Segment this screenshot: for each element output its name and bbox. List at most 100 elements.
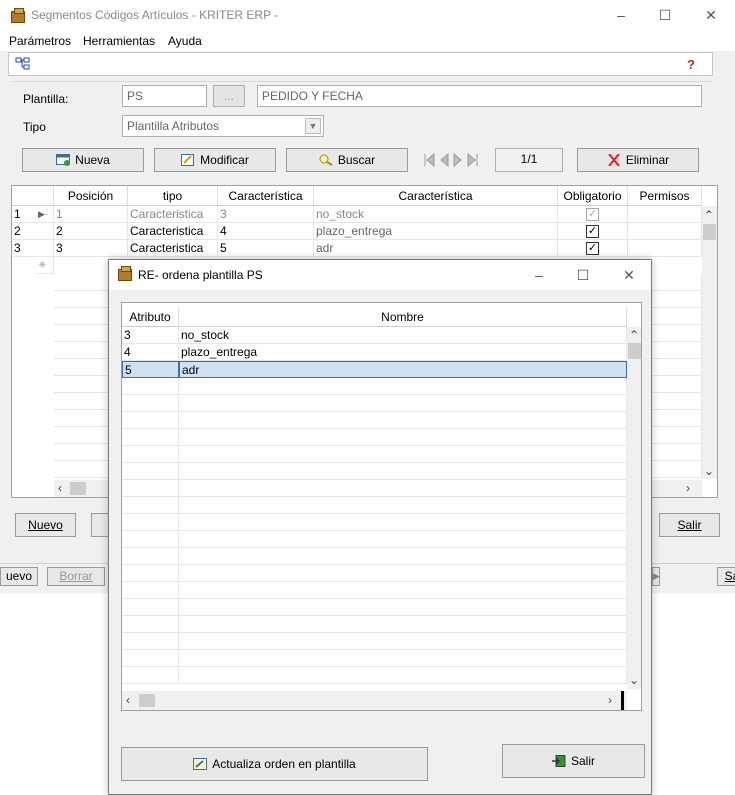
- empty-cell: [122, 446, 179, 463]
- dialog-minimize-button[interactable]: –: [528, 265, 550, 285]
- cell-nombre[interactable]: no_stock: [314, 206, 558, 223]
- cell-permisos[interactable]: [628, 240, 702, 257]
- modificar-label: Modificar: [200, 153, 249, 167]
- current-row-indicator-icon: ▶·: [36, 206, 54, 223]
- tipo-select[interactable]: Plantilla Atributos ▼: [122, 115, 324, 137]
- cell-caracteristica[interactable]: 3: [218, 206, 314, 223]
- browse-button[interactable]: ...: [213, 85, 245, 107]
- empty-cell: [179, 582, 627, 599]
- maximize-button[interactable]: ☐: [654, 5, 676, 25]
- salir-button[interactable]: Salir: [659, 513, 720, 537]
- hierarchy-icon[interactable]: [15, 57, 31, 71]
- actualiza-orden-button[interactable]: Actualiza orden en plantilla: [121, 747, 428, 781]
- empty-cell: [122, 565, 179, 582]
- header-permisos[interactable]: Permisos: [628, 186, 702, 206]
- scroll-right-icon[interactable]: ›: [686, 481, 690, 495]
- chevron-down-icon[interactable]: ▼: [305, 118, 321, 134]
- help-icon[interactable]: ?: [685, 57, 701, 71]
- dialog-salir-button[interactable]: Salir: [502, 744, 645, 778]
- empty-cell: [122, 395, 179, 412]
- nuevo-button[interactable]: Nuevo: [15, 513, 76, 537]
- record-navigator[interactable]: [422, 153, 480, 167]
- background-nuevo-button[interactable]: uevo: [0, 567, 38, 586]
- cell-atributo-selected[interactable]: 5: [122, 361, 179, 378]
- cell-nombre[interactable]: plazo_entrega: [179, 344, 627, 361]
- scroll-left-icon[interactable]: ‹: [126, 693, 130, 707]
- cell-atributo[interactable]: 3: [122, 327, 179, 344]
- empty-cell: [179, 480, 627, 497]
- obligatorio-checkbox[interactable]: ✓: [586, 242, 599, 255]
- header-atributo[interactable]: Atributo: [122, 307, 179, 327]
- header-posicion[interactable]: Posición: [54, 186, 128, 206]
- cell-nombre[interactable]: adr: [314, 240, 558, 257]
- empty-cell: [179, 599, 627, 616]
- empty-cell: [179, 395, 627, 412]
- cell-atributo[interactable]: 4: [122, 344, 179, 361]
- scroll-up-icon[interactable]: ⌃: [704, 208, 714, 222]
- menu-parametros[interactable]: Parámetros: [9, 34, 71, 48]
- empty-cell: [122, 650, 179, 667]
- cell-posicion[interactable]: 1: [54, 206, 128, 223]
- nueva-button[interactable]: Nueva: [22, 148, 144, 172]
- dialog-title-bar: RE- ordena plantilla PS – ☐ ✕: [109, 260, 651, 290]
- actualiza-label: Actualiza orden en plantilla: [212, 757, 356, 771]
- previous-record-icon: [440, 153, 449, 167]
- header-obligatorio[interactable]: Obligatorio: [558, 186, 628, 206]
- scroll-thumb[interactable]: [628, 343, 641, 359]
- empty-cell: [122, 599, 179, 616]
- cell-posicion[interactable]: 3: [54, 240, 128, 257]
- empty-cell: [179, 514, 627, 531]
- dialog-maximize-button[interactable]: ☐: [572, 265, 594, 285]
- scroll-thumb[interactable]: [70, 482, 86, 495]
- plantilla-desc-field[interactable]: PEDIDO Y FECHA: [257, 85, 702, 107]
- scroll-down-icon[interactable]: ⌄: [629, 673, 639, 687]
- header-caracteristica-nombre[interactable]: Característica: [314, 186, 558, 206]
- background-borrar-button[interactable]: Borrar: [47, 567, 105, 586]
- dialog-horizontal-scrollbar[interactable]: ‹ ›: [122, 691, 627, 710]
- cell-permisos[interactable]: [628, 223, 702, 240]
- eliminar-button[interactable]: Eliminar: [577, 148, 699, 172]
- plantilla-code-field[interactable]: PS: [122, 85, 207, 107]
- cell-tipo[interactable]: Caracteristica: [128, 240, 218, 257]
- scroll-thumb[interactable]: [139, 694, 155, 707]
- close-button[interactable]: ✕: [700, 5, 722, 25]
- header-tipo[interactable]: tipo: [128, 186, 218, 206]
- modificar-button[interactable]: Modificar: [154, 148, 276, 172]
- minimize-button[interactable]: –: [610, 5, 632, 25]
- cell-caracteristica[interactable]: 4: [218, 223, 314, 240]
- cell-nombre-selected[interactable]: adr: [179, 361, 627, 378]
- cell-caracteristica[interactable]: 5: [218, 240, 314, 257]
- dialog-vertical-scrollbar[interactable]: ⌃ ⌄: [627, 327, 641, 689]
- menu-herramientas[interactable]: Herramientas: [83, 34, 155, 48]
- scroll-down-icon[interactable]: ⌄: [704, 464, 714, 478]
- obligatorio-checkbox[interactable]: ✓: [586, 225, 599, 238]
- empty-cell: [179, 565, 627, 582]
- record-counter: 1/1: [495, 148, 563, 172]
- next-record-icon: [453, 153, 462, 167]
- last-record-icon: [467, 153, 478, 167]
- dialog-close-button[interactable]: ✕: [618, 265, 640, 285]
- resize-grip[interactable]: [621, 691, 624, 710]
- empty-cell: [122, 463, 179, 480]
- empty-cell: [122, 429, 179, 446]
- header-nombre[interactable]: Nombre: [179, 307, 627, 327]
- background-salir-button[interactable]: Sa: [717, 567, 735, 586]
- obligatorio-checkbox[interactable]: ✓: [586, 208, 599, 221]
- scroll-right-icon[interactable]: ›: [608, 693, 612, 707]
- background-nav-icon[interactable]: ▶: [652, 567, 660, 586]
- cell-nombre[interactable]: no_stock: [179, 327, 627, 344]
- scroll-up-icon[interactable]: ⌃: [629, 328, 639, 342]
- cell-tipo[interactable]: Caracteristica: [128, 206, 218, 223]
- cell-permisos[interactable]: [628, 206, 702, 223]
- cell-nombre[interactable]: plazo_entrega: [314, 223, 558, 240]
- scroll-thumb[interactable]: [703, 224, 716, 240]
- empty-cell: [179, 412, 627, 429]
- menu-ayuda[interactable]: Ayuda: [168, 34, 202, 48]
- header-caracteristica-codigo[interactable]: Característica: [218, 186, 314, 206]
- scroll-left-icon[interactable]: ‹: [58, 481, 62, 495]
- delete-x-icon: [608, 154, 620, 166]
- buscar-button[interactable]: Buscar: [286, 148, 408, 172]
- grid-vertical-scrollbar[interactable]: ⌃ ⌄: [702, 206, 717, 479]
- cell-tipo[interactable]: Caracteristica: [128, 223, 218, 240]
- cell-posicion[interactable]: 2: [54, 223, 128, 240]
